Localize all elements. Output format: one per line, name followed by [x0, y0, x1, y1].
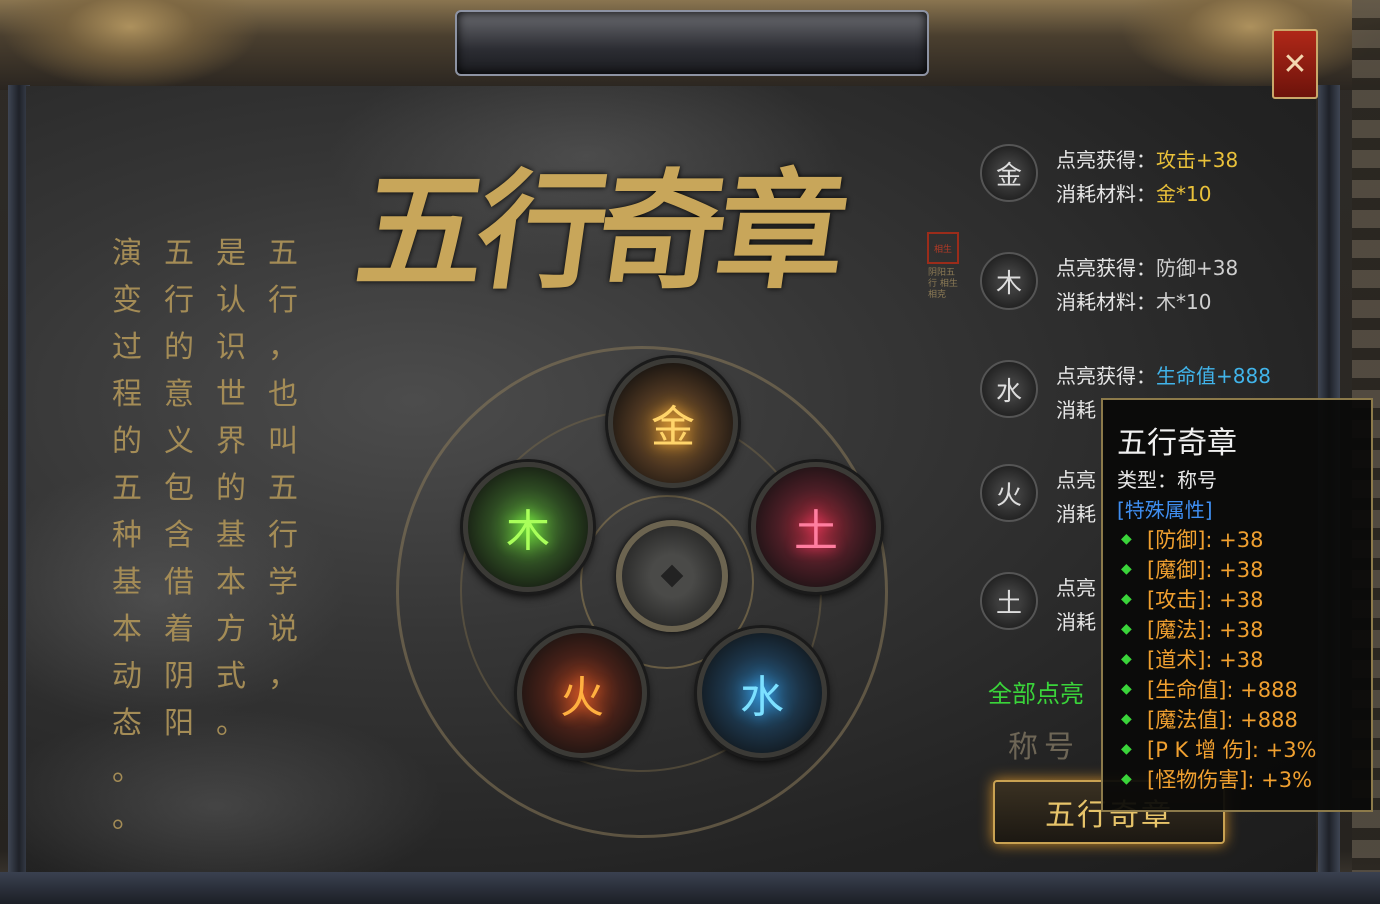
- poem-column: 是认识世界的基本方式。: [216, 236, 246, 741]
- poem-column: 演变过程的五种基本动态。。: [112, 236, 142, 835]
- red-seal-stamp: 相生: [927, 232, 959, 264]
- fire-rune-icon[interactable]: 火: [980, 464, 1038, 522]
- frame-bottom-border: [0, 872, 1380, 904]
- window-frame: 五行奇章 相生 阴阳五行 相生相克 五行，也叫五行学说， 是认识世界的基本方式。…: [0, 0, 1380, 904]
- gain-value: 生命值+888: [1156, 364, 1271, 388]
- gold-rune-icon[interactable]: 金: [980, 144, 1038, 202]
- cost-label: 消耗材料：: [1056, 182, 1156, 206]
- close-button[interactable]: ✕: [1272, 29, 1318, 99]
- diamond-bullet-icon: ◆: [1121, 531, 1132, 547]
- diamond-bullet-icon: ◆: [1121, 681, 1132, 697]
- attribute-item: ◆ [防御]: +38: [1121, 528, 1264, 552]
- diamond-bullet-icon: ◆: [1121, 771, 1132, 787]
- attribute-item: ◆ [魔法]: +38: [1121, 618, 1264, 642]
- title-plate: [455, 10, 929, 76]
- side-note: 阴阳五行 相生相克: [928, 268, 958, 300]
- poem-text: 五行，也叫五行学说， 是认识世界的基本方式。 五行的意义包含借着阴阳 演变过程的…: [104, 230, 306, 841]
- attribute-item: ◆ [魔法值]: +888: [1121, 708, 1298, 732]
- gain-label: 点亮获得：: [1056, 364, 1156, 388]
- close-icon: ✕: [1282, 46, 1308, 82]
- diamond-bullet-icon: ◆: [1121, 741, 1132, 757]
- gain-label: 点亮: [1056, 468, 1096, 492]
- tooltip-section-header: [特殊属性]: [1117, 498, 1213, 522]
- attribute-item: ◆ [攻击]: +38: [1121, 588, 1264, 612]
- attribute-item: ◆ [P K 增 伤]: +3%: [1121, 738, 1317, 762]
- diamond-bullet-icon: ◆: [1121, 651, 1132, 667]
- diamond-bullet-icon: ◆: [1121, 591, 1132, 607]
- earth-rune-icon[interactable]: 土: [980, 572, 1038, 630]
- center-gear-icon: [616, 520, 728, 632]
- cost-label: 消耗: [1056, 502, 1096, 526]
- gain-label: 点亮: [1056, 576, 1096, 600]
- water-element-orb[interactable]: 水: [697, 628, 827, 758]
- earth-element-orb[interactable]: 土: [751, 462, 881, 592]
- gain-label: 点亮获得：: [1056, 148, 1156, 172]
- poem-column: 五行的意义包含借着阴阳: [164, 236, 194, 741]
- cost-label: 消耗: [1056, 610, 1096, 634]
- cost-value: 木*10: [1156, 290, 1212, 314]
- wood-element-orb[interactable]: 木: [463, 462, 593, 592]
- cost-label: 消耗: [1056, 398, 1096, 422]
- page-title: 五行奇章: [347, 157, 849, 307]
- attribute-item: ◆ [怪物伤害]: +3%: [1121, 768, 1313, 792]
- gain-value: 防御+38: [1156, 256, 1239, 280]
- gain-label: 点亮获得：: [1056, 256, 1156, 280]
- tooltip-attribute-list: ◆ [防御]: +38 ◆ [魔御]: +38 ◆ [攻击]: +38 ◆ [魔法]: …: [1121, 524, 1317, 794]
- wood-rune-icon[interactable]: 木: [980, 252, 1038, 310]
- attribute-item: ◆ [魔御]: +38: [1121, 558, 1264, 582]
- title-reward-label: 称号: [1008, 730, 1080, 765]
- title-tooltip: 五行奇章 类型：称号 [特殊属性] ◆ [防御]: +38 ◆ [魔御]: +38 …: [1101, 398, 1373, 812]
- dragon-ornament-right: [1120, 0, 1380, 90]
- attribute-item: ◆ [生命值]: +888: [1121, 678, 1298, 702]
- gain-value: 攻击+38: [1156, 148, 1239, 172]
- diamond-bullet-icon: ◆: [1121, 561, 1132, 577]
- tooltip-title: 五行奇章: [1117, 426, 1237, 461]
- diamond-bullet-icon: ◆: [1121, 711, 1132, 727]
- element-row-wood: 木 点亮获得：防御+38 消耗材料：木*10: [980, 248, 1320, 318]
- dragon-ornament-left: [0, 0, 260, 90]
- cost-value: 金*10: [1156, 182, 1212, 206]
- cost-label: 消耗材料：: [1056, 290, 1156, 314]
- poem-column: 五行，也叫五行学说，: [268, 236, 298, 694]
- all-lit-label: 全部点亮: [988, 680, 1084, 708]
- fire-element-orb[interactable]: 火: [517, 628, 647, 758]
- element-row-gold: 金 点亮获得：攻击+38 消耗材料：金*10: [980, 140, 1320, 210]
- attribute-item: ◆ [道术]: +38: [1121, 648, 1264, 672]
- gold-element-orb[interactable]: 金: [608, 358, 738, 488]
- water-rune-icon[interactable]: 水: [980, 360, 1038, 418]
- tooltip-type: 类型：称号: [1117, 468, 1217, 492]
- diamond-bullet-icon: ◆: [1121, 621, 1132, 637]
